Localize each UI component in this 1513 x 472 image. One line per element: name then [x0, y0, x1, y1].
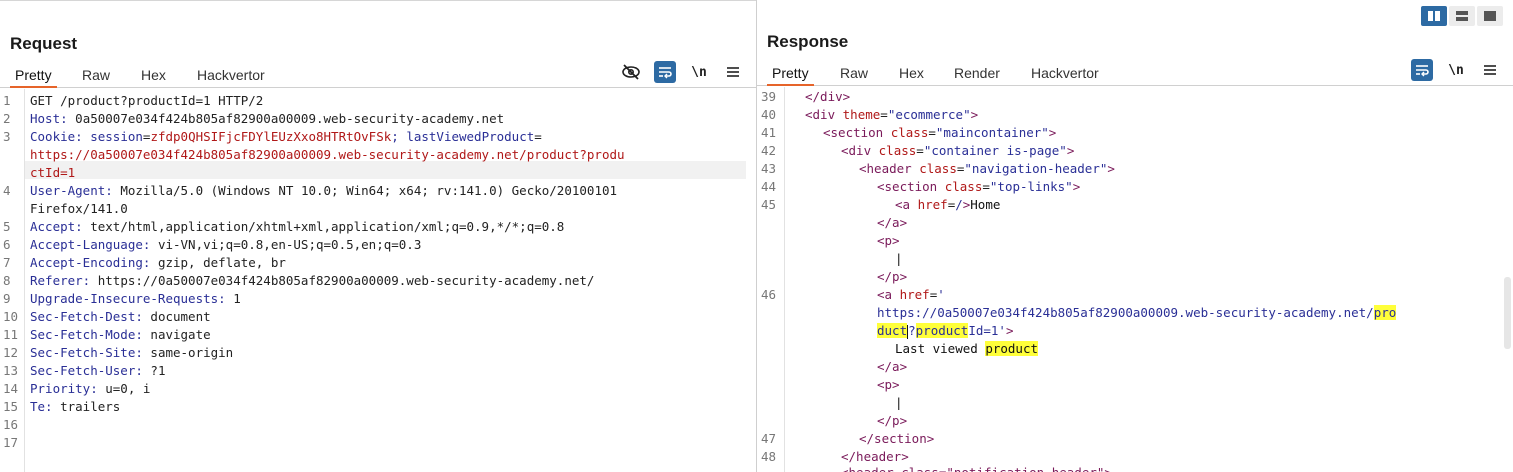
response-line: </a> [877, 359, 908, 374]
response-line: <div theme="ecommerce"> [805, 107, 979, 122]
line-number: 47 [761, 431, 777, 446]
request-line: Firefox/141.0 [30, 201, 128, 216]
line-number: 5 [3, 219, 11, 234]
response-line: </p> [877, 269, 908, 284]
request-line: GET /product?productId=1 HTTP/2 [30, 93, 264, 108]
request-editor[interactable]: 1 2 3 4 5 6 7 8 9 10 11 12 13 14 15 16 1… [0, 89, 756, 472]
response-line: <div class="container is-page"> [841, 143, 1075, 158]
response-title: Response [767, 32, 849, 51]
response-line: <header class="navigation-header"> [859, 161, 1115, 176]
request-line: Host: 0a50007e034f424b805af82900a00009.w… [30, 111, 505, 126]
line-number-gutter: 1 2 3 4 5 6 7 8 9 10 11 12 13 14 15 16 1… [0, 89, 25, 472]
response-line: </div> [805, 89, 851, 104]
request-title: Request [10, 34, 78, 53]
request-line: Upgrade-Insecure-Requests: 1 [30, 291, 241, 306]
tab-pretty[interactable]: Pretty [767, 64, 814, 86]
vertical-scrollbar[interactable] [1504, 277, 1511, 349]
response-toolbar: \n [1411, 59, 1501, 81]
word-wrap-icon[interactable] [1411, 59, 1433, 81]
line-number: 45 [761, 197, 777, 212]
tab-pretty[interactable]: Pretty [10, 66, 57, 88]
response-line: <section class="maincontainer"> [823, 125, 1057, 140]
line-number: 13 [3, 363, 19, 378]
line-number: 9 [3, 291, 11, 306]
response-line: | [895, 251, 903, 266]
request-pane: Request Pretty Raw Hex Hackvertor \n 1 2… [0, 0, 756, 472]
response-line: </a> [877, 215, 908, 230]
line-number: 14 [3, 381, 19, 396]
request-line: ctId=1 [30, 165, 76, 180]
request-line: Sec-Fetch-Site: same-origin [30, 345, 234, 360]
line-number: 41 [761, 125, 777, 140]
request-line: Sec-Fetch-Dest: document [30, 309, 211, 324]
response-editor[interactable]: 39 40 41 42 43 44 45 46 47 48 </div> <di… [757, 87, 1513, 472]
request-line: Accept: text/html,application/xhtml+xml,… [30, 219, 565, 234]
line-number: 11 [3, 327, 19, 342]
response-line: </p> [877, 413, 908, 428]
response-tabs: Pretty Raw Hex Render Hackvertor \n [757, 59, 1513, 86]
request-line: Cookie: session=zfdp0QHSIFjcFDYlEUzXxo8H… [30, 129, 542, 144]
request-line: User-Agent: Mozilla/5.0 (Windows NT 10.0… [30, 183, 618, 198]
line-number: 44 [761, 179, 777, 194]
response-line: <header class="notification-header"> [841, 464, 1112, 472]
line-number: 8 [3, 273, 11, 288]
line-number: 3 [3, 129, 11, 144]
response-line: | [895, 395, 903, 410]
tab-hex[interactable]: Hex [894, 64, 929, 86]
tab-raw[interactable]: Raw [77, 66, 115, 88]
line-number: 15 [3, 399, 19, 414]
request-line: Te: trailers [30, 399, 121, 414]
line-number: 2 [3, 111, 11, 126]
response-line: <section class="top-links"> [877, 179, 1081, 194]
eye-off-icon[interactable] [620, 61, 642, 83]
response-line: <a href=/>Home [895, 197, 1001, 212]
response-line: <a href=' [877, 287, 945, 302]
menu-icon[interactable] [1479, 59, 1501, 81]
line-number: 4 [3, 183, 11, 198]
response-line: duct?productId=1'> [877, 323, 1014, 339]
request-toolbar: \n [620, 61, 744, 83]
tab-raw[interactable]: Raw [835, 64, 873, 86]
line-number: 16 [3, 417, 19, 432]
menu-icon[interactable] [722, 61, 744, 83]
response-line: </section> [859, 431, 935, 446]
word-wrap-icon[interactable] [654, 61, 676, 83]
line-number: 1 [3, 93, 11, 108]
newline-icon[interactable]: \n [1445, 59, 1467, 81]
response-pane: Response Pretty Raw Hex Render Hackverto… [757, 0, 1513, 472]
request-tabs: Pretty Raw Hex Hackvertor \n [0, 61, 756, 88]
line-number: 6 [3, 237, 11, 252]
line-number: 10 [3, 309, 19, 324]
request-line: Accept-Language: vi-VN,vi;q=0.8,en-US;q=… [30, 237, 422, 252]
tab-hackvertor[interactable]: Hackvertor [1026, 64, 1104, 86]
response-line: <p> [877, 377, 900, 392]
response-line: <p> [877, 233, 900, 248]
request-line: Accept-Encoding: gzip, deflate, br [30, 255, 286, 270]
request-line: https://0a50007e034f424b805af82900a00009… [30, 147, 625, 162]
response-line: Last viewed product [895, 341, 1038, 356]
newline-icon[interactable]: \n [688, 61, 710, 83]
tab-hackvertor[interactable]: Hackvertor [192, 66, 270, 88]
tab-render[interactable]: Render [949, 64, 1005, 86]
line-number: 39 [761, 89, 777, 104]
response-line: https://0a50007e034f424b805af82900a00009… [877, 305, 1397, 320]
request-line: Sec-Fetch-Mode: navigate [30, 327, 211, 342]
line-number: 17 [3, 435, 19, 450]
line-number: 48 [761, 449, 777, 464]
line-number-gutter: 39 40 41 42 43 44 45 46 47 48 [757, 87, 785, 472]
tab-hex[interactable]: Hex [136, 66, 171, 88]
line-number: 42 [761, 143, 777, 158]
line-number: 7 [3, 255, 11, 270]
line-number: 40 [761, 107, 777, 122]
line-number: 12 [3, 345, 19, 360]
request-line: Sec-Fetch-User: ?1 [30, 363, 166, 378]
request-line: Referer: https://0a50007e034f424b805af82… [30, 273, 595, 288]
line-number: 43 [761, 161, 777, 176]
request-line: Priority: u=0, i [30, 381, 151, 396]
line-number: 46 [761, 287, 777, 302]
